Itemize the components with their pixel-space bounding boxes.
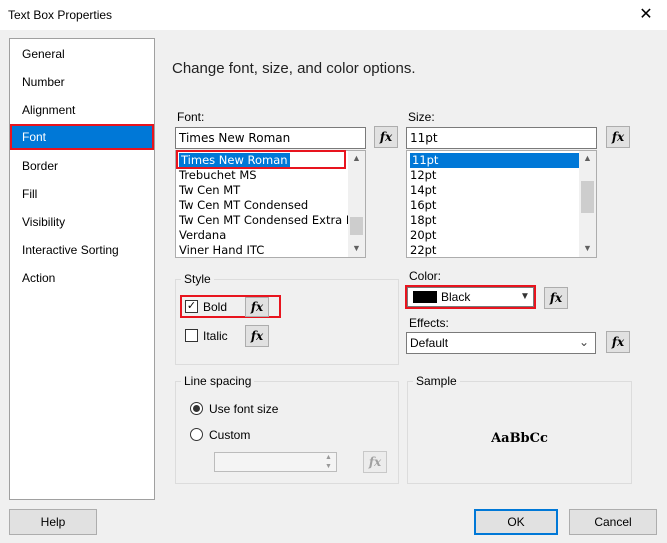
bold-label: Bold bbox=[203, 300, 228, 314]
sample-preview: AaBbCc bbox=[491, 431, 548, 446]
use-font-size-label: Use font size bbox=[209, 402, 279, 416]
font-list-item[interactable]: Verdana bbox=[179, 228, 226, 243]
effects-fx-button[interactable]: fx bbox=[606, 331, 630, 353]
scroll-up-icon[interactable]: ▲ bbox=[348, 153, 365, 163]
nav-item-number[interactable]: Number bbox=[10, 69, 154, 95]
scroll-down-icon[interactable]: ▼ bbox=[579, 243, 596, 253]
use-font-size-radio[interactable] bbox=[190, 402, 203, 415]
size-list-scrollbar[interactable]: ▲ ▼ bbox=[579, 151, 596, 257]
italic-fx-button[interactable]: fx bbox=[245, 325, 269, 347]
style-group-title: Style bbox=[181, 272, 214, 286]
line-spacing-group-title: Line spacing bbox=[181, 374, 255, 388]
nav-item-general[interactable]: General bbox=[10, 41, 154, 67]
custom-fx-button: fx bbox=[363, 451, 387, 473]
font-fx-button[interactable]: fx bbox=[374, 126, 398, 148]
scroll-up-icon[interactable]: ▲ bbox=[579, 153, 596, 163]
chevron-down-icon[interactable]: ⌄ bbox=[579, 335, 589, 349]
color-fx-button[interactable]: fx bbox=[544, 287, 568, 309]
font-selection-highlight bbox=[176, 150, 346, 169]
nav-item-interactive-sorting[interactable]: Interactive Sorting bbox=[10, 237, 154, 263]
close-icon[interactable]: ✕ bbox=[634, 4, 658, 26]
font-list-item[interactable]: Tw Cen MT Condensed Extra Bo bbox=[179, 213, 361, 228]
size-list-item[interactable]: 16pt bbox=[410, 198, 436, 213]
help-button[interactable]: Help bbox=[9, 509, 97, 535]
font-list-item[interactable]: Viner Hand ITC bbox=[179, 243, 264, 257]
nav-item-visibility[interactable]: Visibility bbox=[10, 209, 154, 235]
size-list-item[interactable]: 22pt bbox=[410, 243, 436, 257]
scroll-thumb[interactable] bbox=[581, 181, 594, 213]
font-list-item[interactable]: Trebuchet MS bbox=[179, 168, 257, 183]
size-list-item[interactable]: 12pt bbox=[410, 168, 436, 183]
italic-label: Italic bbox=[203, 329, 228, 343]
scroll-down-icon[interactable]: ▼ bbox=[348, 243, 365, 253]
sample-group-title: Sample bbox=[413, 374, 460, 388]
style-group bbox=[175, 279, 399, 365]
font-list-item[interactable]: Tw Cen MT bbox=[179, 183, 240, 198]
custom-label: Custom bbox=[209, 428, 251, 442]
bold-fx-button[interactable]: fx bbox=[245, 297, 269, 317]
size-list-item[interactable]: 14pt bbox=[410, 183, 436, 198]
window-title: Text Box Properties bbox=[8, 8, 113, 22]
size-list-item[interactable]: 11pt bbox=[410, 153, 580, 168]
color-dropdown[interactable]: Black ▼ bbox=[407, 287, 534, 307]
color-swatch bbox=[413, 291, 437, 303]
scroll-thumb[interactable] bbox=[350, 217, 363, 235]
cancel-button[interactable]: Cancel bbox=[569, 509, 657, 535]
custom-radio[interactable] bbox=[190, 428, 203, 441]
effects-dropdown[interactable]: Default ⌄ bbox=[406, 332, 596, 354]
font-input[interactable]: Times New Roman bbox=[175, 127, 366, 149]
size-list[interactable]: 11pt 12pt 14pt 16pt 18pt 20pt 22pt ▲ ▼ bbox=[406, 150, 597, 258]
color-value: Black bbox=[441, 290, 471, 304]
nav-item-fill[interactable]: Fill bbox=[10, 181, 154, 207]
custom-spacing-stepper[interactable]: ▲ ▼ bbox=[214, 452, 337, 472]
category-list: General Number Alignment Font Border Fil… bbox=[9, 38, 155, 500]
chevron-down-icon[interactable]: ▼ bbox=[520, 291, 530, 302]
font-list-scrollbar[interactable]: ▲ ▼ bbox=[348, 151, 365, 257]
italic-checkbox[interactable] bbox=[185, 329, 198, 342]
page-heading: Change font, size, and color options. bbox=[172, 60, 416, 77]
size-fx-button[interactable]: fx bbox=[606, 126, 630, 148]
font-list-item[interactable]: Tw Cen MT Condensed bbox=[179, 198, 308, 213]
color-label: Color: bbox=[409, 269, 442, 283]
nav-item-action[interactable]: Action bbox=[10, 265, 154, 291]
ok-button[interactable]: OK bbox=[474, 509, 558, 535]
nav-item-border[interactable]: Border bbox=[10, 153, 154, 179]
nav-item-font[interactable]: Font bbox=[10, 124, 154, 150]
spin-up-icon[interactable]: ▲ bbox=[321, 453, 336, 462]
bold-checkbox[interactable]: ✓ bbox=[185, 300, 198, 313]
effects-label: Effects: bbox=[409, 316, 449, 330]
spin-down-icon[interactable]: ▼ bbox=[321, 462, 336, 471]
font-label: Font: bbox=[177, 110, 205, 124]
size-list-item[interactable]: 18pt bbox=[410, 213, 436, 228]
size-input[interactable]: 11pt bbox=[406, 127, 597, 149]
size-label: Size: bbox=[408, 110, 435, 124]
effects-value: Default bbox=[410, 336, 449, 350]
size-list-item[interactable]: 20pt bbox=[410, 228, 436, 243]
nav-item-alignment[interactable]: Alignment bbox=[10, 97, 154, 123]
